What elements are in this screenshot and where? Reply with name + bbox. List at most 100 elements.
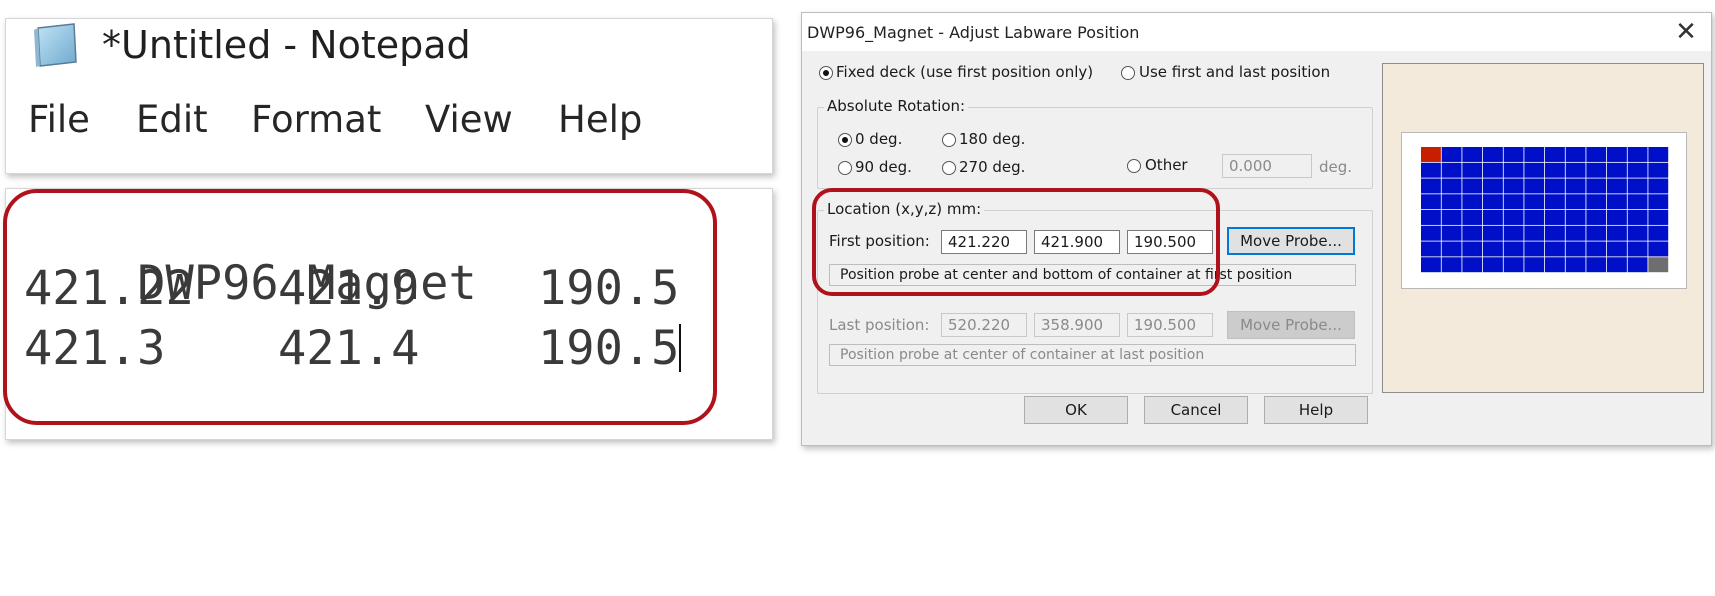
well: [1545, 178, 1565, 194]
well: [1462, 162, 1483, 178]
last-position-label: Last position:: [829, 316, 930, 334]
well: [1586, 194, 1607, 210]
well: [1441, 210, 1462, 225]
rotation-270-radio[interactable]: [942, 161, 956, 175]
well: [1545, 162, 1565, 178]
fixed-deck-label[interactable]: Fixed deck (use first position only): [836, 63, 1093, 81]
rotation-other-input[interactable]: 0.000: [1222, 154, 1312, 178]
rotation-90-radio[interactable]: [838, 161, 852, 175]
well: [1627, 257, 1648, 273]
well: [1648, 241, 1669, 257]
well: [1586, 241, 1607, 257]
menu-file[interactable]: File: [28, 98, 90, 141]
well: [1441, 225, 1462, 241]
menu-format[interactable]: Format: [251, 98, 381, 141]
well: [1565, 147, 1586, 162]
rotation-0-radio[interactable]: [838, 133, 852, 147]
well: [1648, 194, 1669, 210]
well: [1441, 194, 1462, 210]
last-y-field[interactable]: 358.900: [1034, 313, 1120, 337]
well: [1545, 194, 1565, 210]
well: [1607, 194, 1627, 210]
help-button[interactable]: Help: [1264, 396, 1368, 424]
well: [1545, 257, 1565, 273]
well: [1607, 241, 1627, 257]
well: [1503, 162, 1524, 178]
rotation-group-label: Absolute Rotation:: [824, 97, 969, 115]
well: [1586, 257, 1607, 273]
well: [1483, 241, 1503, 257]
well: [1586, 162, 1607, 178]
last-z-field[interactable]: 190.500: [1127, 313, 1213, 337]
first-move-probe-button[interactable]: Move Probe...: [1227, 227, 1355, 255]
cancel-button[interactable]: Cancel: [1144, 396, 1248, 424]
well: [1503, 210, 1524, 225]
well: [1421, 257, 1441, 273]
well: [1483, 257, 1503, 273]
well: [1627, 241, 1648, 257]
well: [1462, 257, 1483, 273]
well-grid: [1421, 147, 1669, 273]
menu-edit[interactable]: Edit: [136, 98, 208, 141]
notepad-highlight-callout: [3, 189, 717, 425]
well: [1524, 210, 1545, 225]
ok-button[interactable]: OK: [1024, 396, 1128, 424]
well: [1607, 257, 1627, 273]
first-last-label[interactable]: Use first and last position: [1139, 63, 1330, 81]
well: [1565, 210, 1586, 225]
well: [1565, 225, 1586, 241]
well: [1421, 210, 1441, 225]
well: [1627, 147, 1648, 162]
well: [1648, 147, 1669, 162]
well: [1607, 147, 1627, 162]
well: [1441, 147, 1462, 162]
well: [1627, 162, 1648, 178]
well: [1503, 178, 1524, 194]
well: [1483, 225, 1503, 241]
rotation-other-label[interactable]: Other: [1145, 156, 1188, 174]
well: [1421, 178, 1441, 194]
well: [1586, 178, 1607, 194]
last-position-status: Position probe at center of container at…: [829, 344, 1356, 366]
last-move-probe-button[interactable]: Move Probe...: [1227, 311, 1355, 339]
well: [1462, 210, 1483, 225]
well: [1524, 162, 1545, 178]
well: [1586, 147, 1607, 162]
well: [1524, 225, 1545, 241]
rotation-other-radio[interactable]: [1127, 159, 1141, 173]
well: [1524, 178, 1545, 194]
well: [1545, 225, 1565, 241]
well: [1462, 241, 1483, 257]
well: [1524, 241, 1545, 257]
well: [1607, 210, 1627, 225]
well: [1441, 257, 1462, 273]
well: [1483, 194, 1503, 210]
well: [1483, 178, 1503, 194]
well: [1627, 194, 1648, 210]
rotation-0-label[interactable]: 0 deg.: [855, 130, 902, 148]
well: [1648, 178, 1669, 194]
well: [1503, 257, 1524, 273]
well: [1648, 162, 1669, 178]
close-icon[interactable]: ✕: [1668, 17, 1704, 47]
well: [1462, 194, 1483, 210]
well: [1524, 257, 1545, 273]
plate-outline: [1401, 132, 1687, 289]
well: [1421, 241, 1441, 257]
rotation-180-label[interactable]: 180 deg.: [959, 130, 1025, 148]
well: [1524, 147, 1545, 162]
first-last-radio[interactable]: [1121, 66, 1135, 80]
well: [1607, 162, 1627, 178]
well: [1586, 210, 1607, 225]
rotation-180-radio[interactable]: [942, 133, 956, 147]
well: [1421, 225, 1441, 241]
well: [1462, 147, 1483, 162]
well: [1503, 225, 1524, 241]
fixed-deck-radio[interactable]: [819, 66, 833, 80]
last-x-field[interactable]: 520.220: [941, 313, 1027, 337]
menu-view[interactable]: View: [425, 98, 513, 141]
menu-help[interactable]: Help: [558, 98, 642, 141]
rotation-270-label[interactable]: 270 deg.: [959, 158, 1025, 176]
rotation-90-label[interactable]: 90 deg.: [855, 158, 912, 176]
well: [1565, 162, 1586, 178]
